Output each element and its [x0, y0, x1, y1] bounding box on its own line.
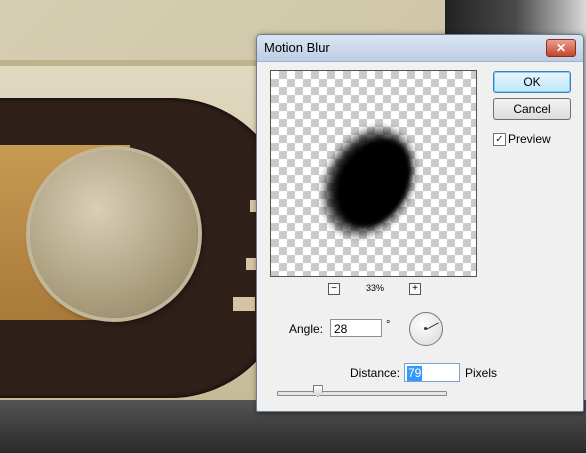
- filter-preview[interactable]: [270, 70, 477, 277]
- zoom-out-button[interactable]: −: [328, 283, 340, 295]
- ok-button[interactable]: OK: [493, 71, 571, 93]
- distance-value: 79: [407, 366, 423, 381]
- angle-dial-needle: [426, 322, 439, 330]
- distance-input[interactable]: 79: [404, 363, 460, 382]
- checkmark-icon: ✓: [495, 134, 504, 145]
- angle-input[interactable]: 28: [330, 319, 382, 337]
- dialog-title-bar[interactable]: Motion Blur ✕: [257, 35, 583, 62]
- zoom-controls: − 33% +: [270, 282, 475, 296]
- distance-label: Distance:: [350, 366, 401, 380]
- zoom-in-icon: +: [412, 283, 418, 294]
- preview-checkbox[interactable]: ✓: [493, 133, 506, 146]
- motion-blur-dialog: Motion Blur ✕ − 33% + OK Cancel ✓ Previe…: [256, 34, 584, 412]
- angle-dial-icon[interactable]: [409, 312, 443, 346]
- preview-label[interactable]: Preview: [508, 132, 551, 146]
- pixels-unit-label: Pixels: [465, 366, 498, 380]
- canvas-gear-shape: [30, 150, 198, 318]
- canvas-tan-piece: [233, 297, 255, 311]
- zoom-in-button[interactable]: +: [409, 283, 421, 295]
- close-icon: ✕: [555, 41, 567, 55]
- distance-slider-track[interactable]: [277, 391, 447, 396]
- cancel-button[interactable]: Cancel: [493, 98, 571, 120]
- zoom-out-icon: −: [331, 283, 337, 294]
- close-button[interactable]: ✕: [546, 39, 576, 57]
- angle-label: Angle:: [289, 322, 324, 336]
- zoom-level: 33%: [365, 283, 384, 293]
- degree-symbol: °: [386, 319, 391, 331]
- angle-dial-center: [424, 327, 427, 330]
- canvas-tan-piece: [246, 258, 256, 270]
- dialog-title: Motion Blur: [264, 40, 330, 55]
